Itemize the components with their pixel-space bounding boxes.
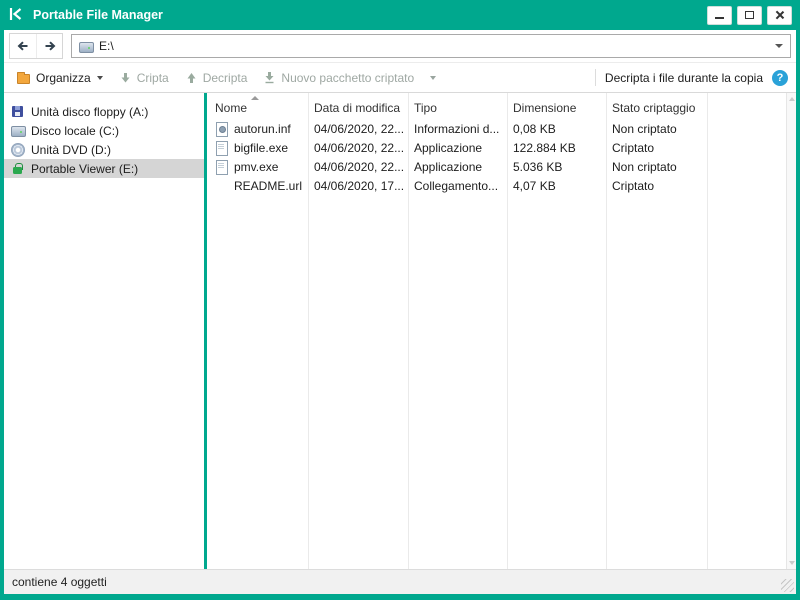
local-disk-icon: [11, 124, 24, 137]
file-type: Collegamento...: [408, 176, 507, 195]
decrypt-label: Decripta: [203, 71, 248, 85]
column-header-encryption[interactable]: Stato criptaggio: [606, 93, 707, 119]
file-size: 4,07 KB: [507, 176, 606, 195]
file-list-pane: Nome Data di modifica Tipo Dimensione St…: [207, 93, 796, 569]
new-package-dropdown-icon[interactable]: [430, 76, 436, 80]
dvd-icon: [11, 143, 24, 156]
list-header: Nome Data di modifica Tipo Dimensione St…: [207, 93, 796, 119]
help-icon[interactable]: ?: [772, 70, 788, 86]
floppy-icon: [11, 105, 24, 118]
navigation-bar: E:\: [4, 30, 796, 63]
encrypt-label: Cripta: [137, 71, 169, 85]
file-encryption-status: Criptato: [606, 138, 707, 157]
sidebar-item-label: Unità DVD (D:): [31, 143, 111, 157]
file-modified: 04/06/2020, 22...: [308, 119, 408, 138]
scroll-up-icon[interactable]: [789, 97, 795, 101]
exe-file-icon: [215, 160, 228, 173]
history-buttons: [9, 33, 63, 59]
file-modified: 04/06/2020, 22...: [308, 157, 408, 176]
new-encrypted-package-button[interactable]: Nuovo pacchetto criptato: [259, 68, 419, 88]
file-name: pmv.exe: [234, 160, 278, 174]
sort-ascending-icon: [251, 96, 259, 100]
column-divider: [507, 93, 508, 569]
titlebar: Portable File Manager: [4, 0, 796, 30]
file-name: README.url: [234, 179, 302, 193]
organize-label: Organizza: [36, 71, 91, 85]
folder-icon: [17, 74, 30, 84]
column-header-modified[interactable]: Data di modifica: [308, 93, 408, 119]
decrypt-arrow-icon: [186, 72, 197, 84]
column-header-type[interactable]: Tipo: [408, 93, 507, 119]
file-size: 0,08 KB: [507, 119, 606, 138]
portable-file-manager-window: Portable File Manager E:\ Organizza: [0, 0, 800, 600]
resize-grip-icon[interactable]: [781, 579, 794, 592]
organize-button[interactable]: Organizza: [12, 68, 108, 88]
minimize-button[interactable]: [707, 6, 732, 25]
toolbar: Organizza Cripta Decripta Nuovo pacchett…: [4, 63, 796, 93]
address-bar[interactable]: E:\: [71, 34, 791, 58]
maximize-icon: [745, 11, 754, 19]
drive-tree: Unità disco floppy (A:) Disco locale (C:…: [4, 93, 204, 569]
sidebar-item-label: Portable Viewer (E:): [31, 162, 138, 176]
close-icon: [775, 10, 785, 20]
back-arrow-icon: [16, 39, 30, 53]
lock-icon: [11, 162, 24, 175]
sidebar-item[interactable]: Unità disco floppy (A:): [4, 102, 204, 121]
new-encrypted-package-label: Nuovo pacchetto criptato: [281, 71, 414, 85]
file-modified: 04/06/2020, 17...: [308, 176, 408, 195]
organize-dropdown-icon: [97, 76, 103, 80]
no-icon: [215, 179, 228, 192]
kaspersky-logo-icon: [8, 6, 24, 25]
drive-icon: [79, 40, 92, 53]
inf-file-icon: [215, 122, 228, 135]
maximize-button[interactable]: [737, 6, 762, 25]
file-encryption-status: Criptato: [606, 176, 707, 195]
file-name: bigfile.exe: [234, 141, 288, 155]
toolbar-right-group: Decripta i file durante la copia ?: [595, 69, 788, 86]
address-path: E:\: [99, 39, 114, 53]
column-divider: [408, 93, 409, 569]
forward-button[interactable]: [36, 34, 62, 58]
file-type: Applicazione: [408, 138, 507, 157]
sidebar-item[interactable]: Unità DVD (D:): [4, 140, 204, 159]
minimize-icon: [715, 17, 724, 19]
encrypt-arrow-icon: [120, 72, 131, 84]
main-area: Unità disco floppy (A:) Disco locale (C:…: [4, 93, 796, 569]
decrypt-on-copy-label[interactable]: Decripta i file durante la copia: [605, 71, 763, 85]
file-size: 122.884 KB: [507, 138, 606, 157]
vertical-scrollbar[interactable]: [786, 93, 796, 569]
sidebar-item-label: Unità disco floppy (A:): [31, 105, 148, 119]
forward-arrow-icon: [43, 39, 57, 53]
package-arrow-icon: [264, 71, 275, 84]
sidebar-item[interactable]: Disco locale (C:): [4, 121, 204, 140]
column-header-size[interactable]: Dimensione: [507, 93, 606, 119]
column-divider: [308, 93, 309, 569]
status-bar: contiene 4 oggetti: [4, 569, 796, 594]
sidebar-item[interactable]: Portable Viewer (E:): [4, 159, 204, 178]
file-modified: 04/06/2020, 22...: [308, 138, 408, 157]
status-text: contiene 4 oggetti: [12, 575, 107, 589]
column-divider: [606, 93, 607, 569]
decrypt-button[interactable]: Decripta: [181, 68, 253, 88]
scroll-down-icon[interactable]: [789, 561, 795, 565]
close-button[interactable]: [767, 6, 792, 25]
file-type: Informazioni d...: [408, 119, 507, 138]
address-dropdown-icon[interactable]: [775, 44, 783, 48]
file-encryption-status: Non criptato: [606, 157, 707, 176]
file-size: 5.036 KB: [507, 157, 606, 176]
toolbar-separator: [595, 69, 596, 86]
window-controls: [707, 6, 792, 25]
file-type: Applicazione: [408, 157, 507, 176]
encrypt-button[interactable]: Cripta: [115, 68, 174, 88]
window-title: Portable File Manager: [33, 8, 163, 22]
file-name: autorun.inf: [234, 122, 291, 136]
sidebar-item-label: Disco locale (C:): [31, 124, 119, 138]
back-button[interactable]: [10, 34, 36, 58]
file-encryption-status: Non criptato: [606, 119, 707, 138]
exe-file-icon: [215, 141, 228, 154]
column-divider: [707, 93, 708, 569]
